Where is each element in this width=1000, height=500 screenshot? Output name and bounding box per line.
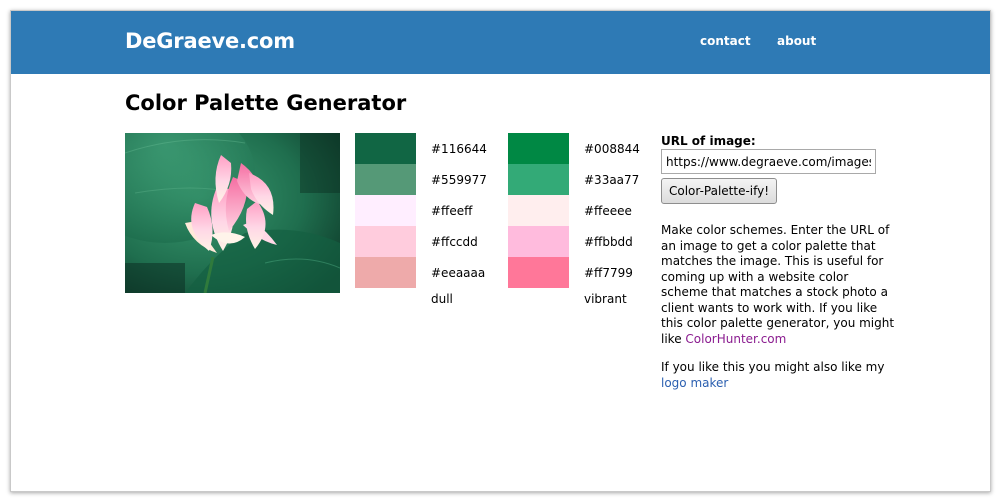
color-swatch	[508, 133, 569, 164]
color-swatch	[355, 195, 416, 226]
hex-label: #ff7799	[584, 266, 633, 280]
source-photo	[125, 133, 340, 293]
description-line: client wants to work with. If you like	[661, 300, 878, 315]
palette-caption-vibrant: vibrant	[584, 292, 627, 306]
description-line: this color palette generator, you might	[661, 316, 895, 330]
also-like-line: If you like this you might also like my	[661, 360, 885, 374]
color-swatch	[355, 164, 416, 195]
palette-caption-dull: dull	[431, 292, 453, 306]
page-title: Color Palette Generator	[125, 91, 407, 115]
color-swatch	[355, 133, 416, 164]
description-line: an image to get a color palette that	[661, 238, 876, 253]
url-field-label: URL of image:	[661, 134, 756, 148]
description-line-last: like ColorHunter.com	[661, 332, 881, 348]
like-prefix-text: like	[661, 331, 686, 346]
also-like-text: If you like this you might also like my …	[661, 360, 885, 391]
nav-link-about[interactable]: about	[777, 34, 816, 48]
description-text: Make color schemes. Enter the URL of an …	[661, 223, 895, 348]
description-line: matches the image. This is useful for	[661, 254, 884, 268]
hex-label: #ffccdd	[431, 235, 478, 249]
hex-label: #33aa77	[584, 173, 640, 187]
hex-label: #008844	[584, 142, 640, 156]
hex-label: #ffeeff	[431, 204, 473, 218]
hex-label: #559977	[431, 173, 487, 187]
color-swatch	[508, 195, 569, 226]
color-swatch	[508, 164, 569, 195]
hex-label: #ffeeee	[584, 204, 632, 218]
color-swatch	[355, 226, 416, 257]
logo-maker-link[interactable]: logo maker	[661, 376, 728, 390]
color-swatch	[508, 226, 569, 257]
colorhunter-link[interactable]: ColorHunter.com	[685, 332, 786, 346]
image-url-input[interactable]	[661, 149, 876, 174]
sidebar: URL of image: Color-Palette-ify! Make co…	[661, 134, 895, 391]
nav-link-contact[interactable]: contact	[700, 34, 751, 48]
description-line: Make color schemes. Enter the URL of	[661, 223, 890, 237]
browser-viewport: DeGraeve.com contact about Color Palette…	[10, 10, 991, 492]
description-line: coming up with a website color	[661, 269, 849, 284]
hex-label: #116644	[431, 142, 487, 156]
lotus-photo-image	[125, 133, 340, 293]
color-swatch	[355, 257, 416, 288]
color-swatch	[508, 257, 569, 288]
site-brand-link[interactable]: DeGraeve.com	[125, 29, 295, 53]
description-line: scheme that matches a stock photo a	[661, 285, 888, 299]
color-palette-ify-button[interactable]: Color-Palette-ify!	[661, 178, 778, 204]
site-header: DeGraeve.com contact about	[11, 11, 990, 74]
hex-label: #eeaaaa	[431, 266, 486, 280]
hex-label: #ffbbdd	[584, 235, 633, 249]
